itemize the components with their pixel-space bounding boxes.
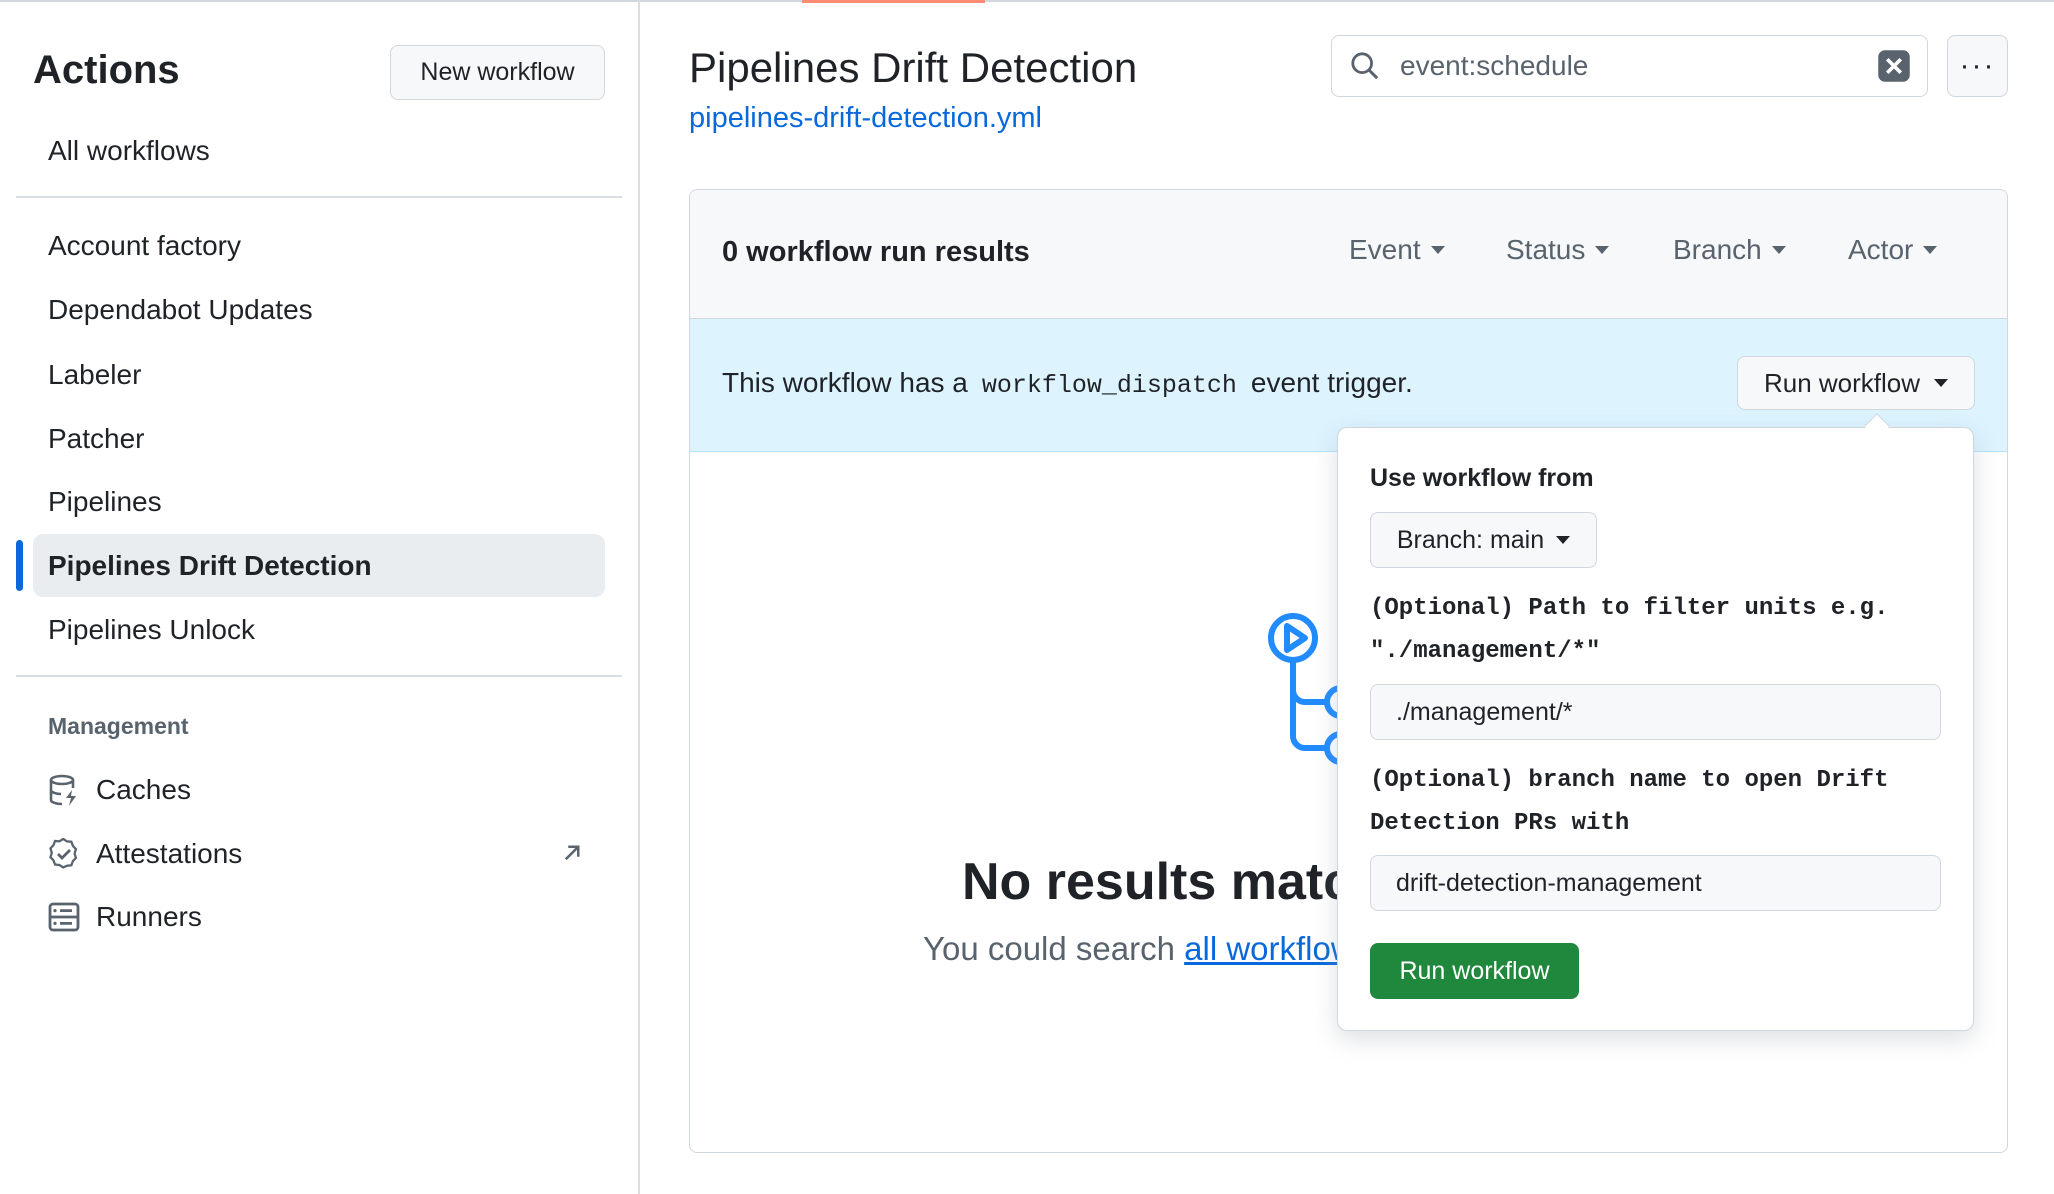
sidebar-item-runners[interactable]: Runners — [96, 897, 202, 937]
divider — [16, 675, 622, 677]
workflow-file-link[interactable]: pipelines-drift-detection.yml — [689, 102, 1042, 135]
sidebar-item-all-workflows[interactable]: All workflows — [48, 131, 210, 171]
branch-name-label: (Optional) branch name to open Drift Dete… — [1370, 759, 1888, 845]
active-tab-indicator — [802, 0, 985, 3]
sidebar-item-workflow[interactable]: Dependabot Updates — [48, 290, 313, 330]
sidebar-item-workflow[interactable]: Labeler — [48, 355, 141, 395]
sidebar-item-workflow-selected[interactable]: Pipelines Drift Detection — [48, 546, 372, 586]
button-label: Branch: main — [1396, 525, 1545, 554]
banner-text: This workflow has a workflow_dispatch ev… — [722, 367, 1413, 400]
kebab-icon: ··· — [1959, 49, 1996, 82]
external-link-arrow-icon — [564, 845, 580, 861]
banner-code: workflow_dispatch — [981, 371, 1237, 400]
sidebar-item-attestations[interactable]: Attestations — [96, 834, 242, 874]
database-icon — [49, 774, 76, 806]
result-count: 0 workflow run results — [722, 236, 1030, 268]
top-border — [0, 0, 2054, 2]
run-workflow-dropdown-button[interactable]: Run workflow — [1737, 356, 1975, 410]
clear-search-icon[interactable] — [1876, 48, 1912, 84]
filter-label: Actor — [1848, 234, 1914, 265]
caret-down-icon — [1923, 246, 1938, 254]
search-value: event:schedule — [1400, 50, 1589, 81]
new-workflow-button[interactable]: New workflow — [390, 45, 605, 100]
caret-down-icon — [1771, 246, 1786, 254]
selected-indicator — [16, 540, 23, 591]
filter-label: Status — [1506, 234, 1586, 265]
filter-label: Event — [1349, 234, 1421, 265]
run-workflow-submit-button[interactable]: Run workflow — [1370, 943, 1579, 999]
path-filter-label: (Optional) Path to filter units e.g. "./m… — [1370, 587, 1888, 673]
caret-down-icon — [1595, 246, 1610, 254]
sidebar-divider — [638, 0, 640, 1194]
management-heading: Management — [48, 713, 189, 739]
button-label: Run workflow — [1763, 367, 1921, 398]
popover-heading: Use workflow from — [1370, 464, 1594, 492]
sidebar-item-workflow[interactable]: Pipelines Unlock — [48, 610, 255, 650]
search-input[interactable]: event:schedule — [1331, 35, 1928, 97]
divider — [16, 196, 622, 198]
branch-name-input[interactable]: drift-detection-management — [1370, 855, 1941, 911]
label-line: (Optional) branch name to open Drift — [1370, 767, 1889, 794]
sidebar-title: Actions — [33, 48, 180, 92]
results-header: 0 workflow run results Event Status Bran… — [690, 190, 2007, 319]
filter-label: Branch — [1673, 234, 1762, 265]
caret-down-icon — [1934, 379, 1949, 387]
filter-event[interactable]: Event — [1349, 234, 1445, 266]
branch-select-button[interactable]: Branch: main — [1370, 512, 1597, 568]
search-icon — [1351, 52, 1379, 80]
filter-branch[interactable]: Branch — [1673, 234, 1786, 266]
label-line: (Optional) Path to filter units e.g. — [1370, 595, 1889, 622]
sidebar-item-caches[interactable]: Caches — [96, 770, 191, 810]
more-options-button[interactable]: ··· — [1947, 35, 2008, 97]
caret-down-icon — [1430, 246, 1445, 254]
page-title: Pipelines Drift Detection — [689, 44, 1138, 91]
label-line: Detection PRs with — [1370, 810, 1630, 837]
empty-state-text: You could search all workflows — [923, 930, 1371, 968]
sidebar-item-workflow[interactable]: Pipelines — [48, 482, 162, 522]
banner-suffix: event trigger. — [1250, 367, 1413, 398]
banner-prefix: This workflow has a — [722, 367, 968, 398]
server-icon — [48, 902, 80, 932]
empty-prefix: You could search — [923, 930, 1175, 967]
sidebar-item-workflow[interactable]: Account factory — [48, 226, 241, 266]
sidebar-item-workflow[interactable]: Patcher — [48, 419, 145, 459]
verified-icon — [49, 838, 78, 869]
path-filter-input[interactable]: ./management/* — [1370, 684, 1941, 740]
caret-down-icon — [1556, 536, 1571, 544]
filter-actor[interactable]: Actor — [1848, 234, 1938, 266]
run-workflow-popover: Use workflow from Branch: main (Optional… — [1337, 413, 1974, 1031]
label-line: "./management/*" — [1370, 638, 1601, 665]
filter-status[interactable]: Status — [1506, 234, 1610, 266]
